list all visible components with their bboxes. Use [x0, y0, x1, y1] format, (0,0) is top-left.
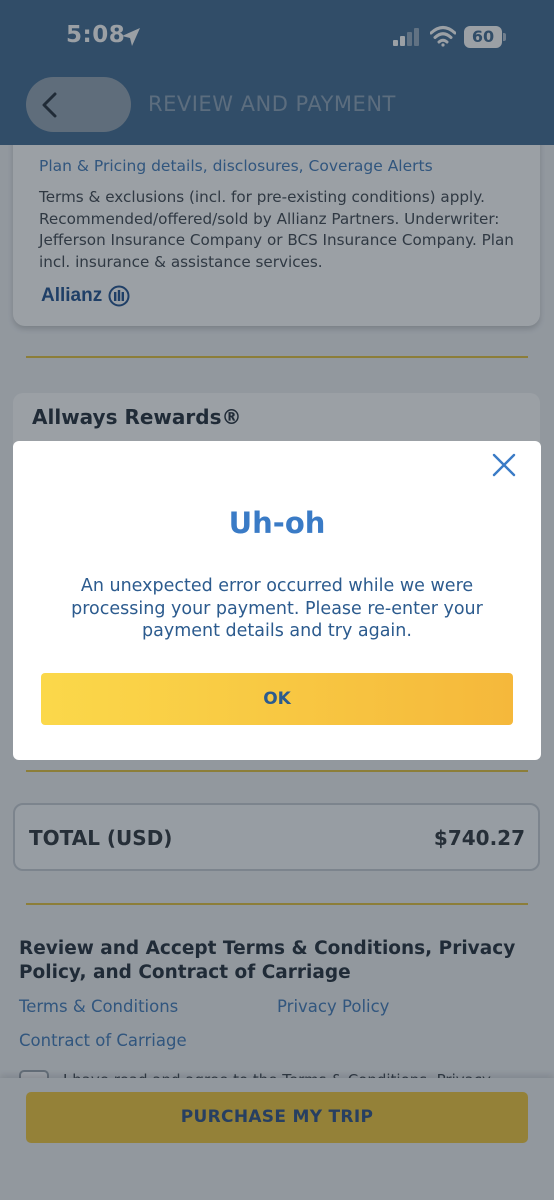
modal-title: Uh-oh	[228, 506, 326, 540]
close-icon[interactable]	[490, 451, 518, 479]
modal-message: An unexpected error occurred while we we…	[71, 576, 483, 641]
ok-button[interactable]: OK	[41, 673, 513, 725]
